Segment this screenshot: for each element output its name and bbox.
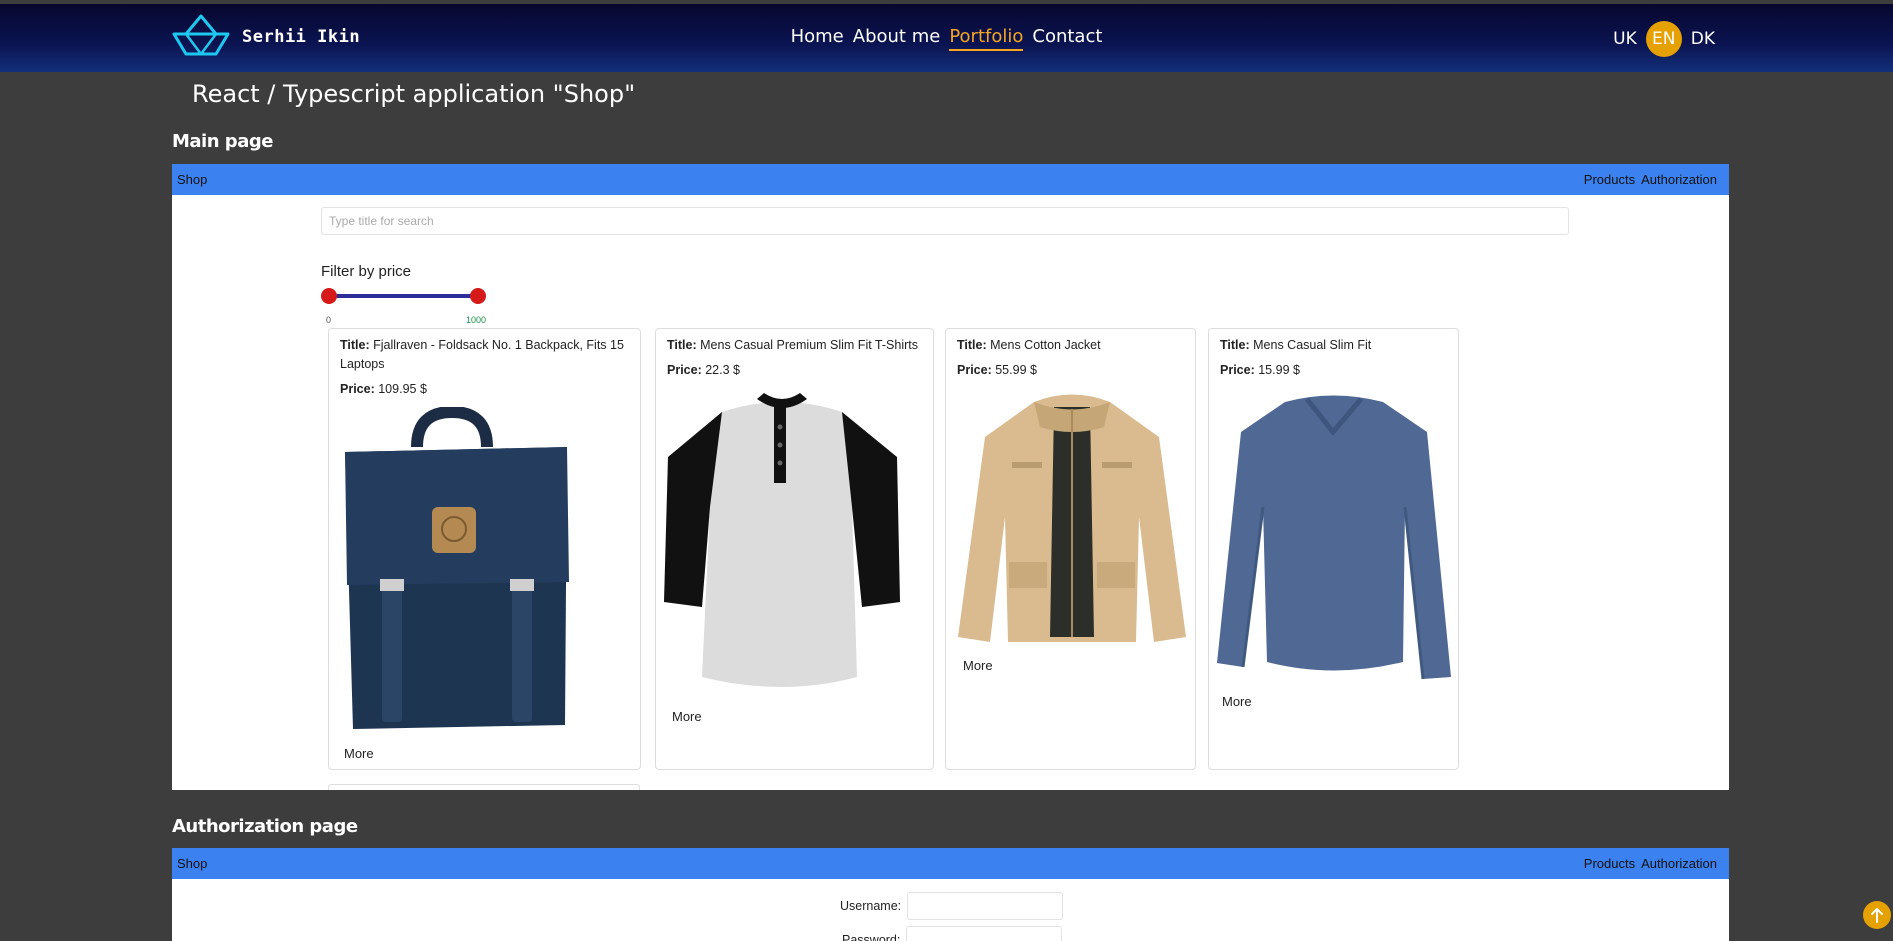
username-label: Username: [840,899,902,913]
lang-en[interactable]: EN [1645,21,1682,57]
username-row: Username: [840,892,1064,920]
nav-portfolio[interactable]: Portfolio [949,26,1024,51]
product-title: Title: Mens Cotton Jacket [957,338,1101,352]
search-input[interactable] [321,207,1569,235]
main-page-heading: Main page [172,131,273,152]
authorization-page-preview: Shop Products Authorization Username: Pa… [172,848,1729,941]
language-switcher: UK EN DK [1613,21,1715,57]
product-title: Title: Mens Casual Premium Slim Fit T-Sh… [667,338,918,352]
more-button[interactable]: More [1222,694,1252,709]
price-range-track[interactable] [328,294,478,298]
page-title: React / Typescript application "Shop" [192,80,636,108]
filter-by-price-label: Filter by price [321,263,412,280]
shop-app-bar: Shop Products Authorization [172,848,1729,879]
price-min-value: 0 [326,315,332,325]
product-title: Title: Fjallraven - Foldsack No. 1 Backp… [340,338,624,371]
longsleeve-shirt-image [1217,395,1451,680]
password-label: Password: [842,933,901,941]
price-min-handle[interactable] [321,288,337,304]
arrow-up-icon [1871,908,1883,923]
product-price: Price: 22.3 $ [667,363,740,377]
product-price: Price: 109.95 $ [340,382,427,396]
more-button[interactable]: More [344,746,374,761]
shop-brand-link[interactable]: Shop [177,856,207,871]
raglan-tshirt-image [664,393,900,687]
backpack-image [345,407,569,729]
username-field[interactable] [907,892,1064,920]
product-title: Title: Mens Casual Slim Fit [1220,338,1372,352]
nav-contact[interactable]: Contact [1032,26,1102,51]
product-card: Title: Mens Casual Premium Slim Fit T-Sh… [655,328,934,770]
scroll-to-top-button[interactable] [1863,901,1891,929]
lang-dk[interactable]: DK [1691,29,1715,49]
password-field[interactable] [906,926,1063,941]
product-card: Title: Mens Casual Slim Fit Price: 15.99… [1208,328,1459,770]
product-card: Title: Mens Cotton Jacket Price: 55.99 $… [945,328,1196,770]
more-button[interactable]: More [672,709,702,724]
nav-about-me[interactable]: About me [853,26,941,51]
shop-app-bar: Shop Products Authorization [172,164,1729,195]
main-page-preview: Shop Products Authorization Filter by pr… [172,164,1729,790]
shop-nav-products[interactable]: Products [1584,172,1635,187]
shop-brand-link[interactable]: Shop [177,172,207,187]
auth-page-heading: Authorization page [172,816,358,837]
shop-nav-authorization[interactable]: Authorization [1641,856,1717,871]
product-card-partial [328,784,640,790]
product-card: Title: Fjallraven - Foldsack No. 1 Backp… [328,328,641,770]
site-header: Serhii Ikin Home About me Portfolio Cont… [0,4,1893,72]
password-row: Password: [842,926,1063,941]
more-button[interactable]: More [963,658,993,673]
product-price: Price: 15.99 $ [1220,363,1300,377]
price-max-value: 1000 [466,315,487,325]
product-price: Price: 55.99 $ [957,363,1037,377]
nav-home[interactable]: Home [791,26,844,51]
cotton-jacket-image [958,394,1186,642]
shop-nav-authorization[interactable]: Authorization [1641,172,1717,187]
main-nav: Home About me Portfolio Contact [0,26,1893,51]
shop-nav-products[interactable]: Products [1584,856,1635,871]
price-max-handle[interactable] [470,288,486,304]
lang-uk[interactable]: UK [1613,29,1637,49]
